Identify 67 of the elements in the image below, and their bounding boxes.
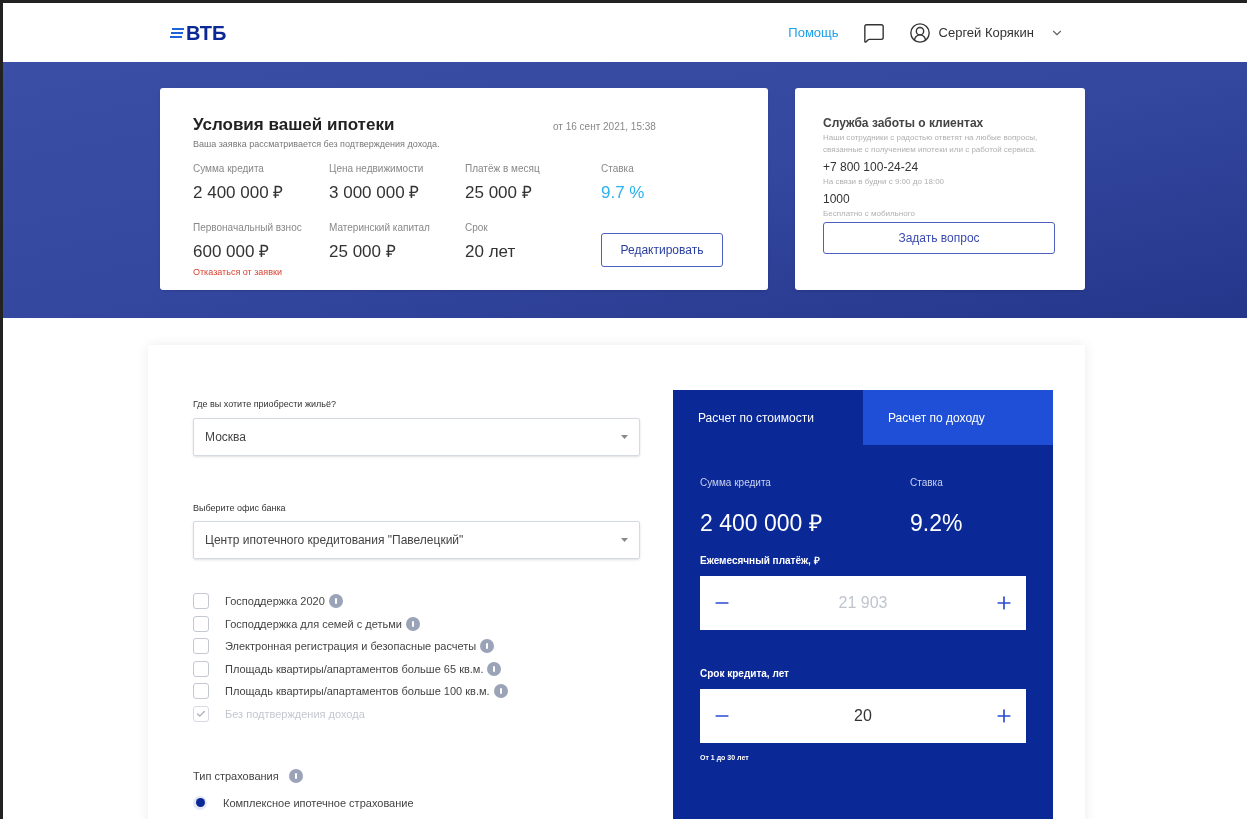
option-label: Господдержка 2020 [225, 594, 325, 609]
card-subtitle: Ваша заявка рассматривается без подтверждения дохода. [193, 137, 441, 151]
insurance-label: Тип страхования [193, 769, 279, 784]
user-avatar-icon [908, 21, 931, 44]
field-value: 9.7 % [601, 182, 646, 204]
info-icon[interactable] [328, 594, 343, 609]
card-date: от 16 сент 2021, 15:38 [553, 120, 656, 134]
logo-stripes-icon [170, 27, 184, 38]
phone-note: Бесплатно с мобильного [823, 208, 916, 220]
option-label: Электронная регистрация и безопасные расчеты [225, 639, 477, 654]
field-label: Сумма кредита [193, 162, 265, 176]
summary-label: Ставка [910, 476, 944, 490]
select-label: Где вы хотите приобрести жильё? [193, 398, 337, 411]
stepper-label: Ежемесячный платёж, ₽ [700, 553, 821, 568]
field-label: Срок [465, 220, 489, 235]
field-value: 25 000 ₽ [465, 182, 533, 204]
info-icon[interactable] [405, 616, 420, 631]
dropdown-arrow-icon [621, 538, 628, 542]
stepper-input[interactable]: 20 [803, 703, 923, 728]
radio-label: Комплексное ипотечное страхование [223, 795, 414, 811]
ask-question-button[interactable]: Задать вопрос [823, 222, 1055, 254]
info-icon[interactable] [480, 639, 495, 654]
field-value: 3 000 000 ₽ [329, 182, 421, 204]
checkbox[interactable] [193, 638, 209, 655]
phone-note: На связи в будни с 9:00 до 18:00 [823, 176, 946, 188]
info-icon[interactable] [487, 661, 502, 676]
checkbox[interactable] [193, 593, 209, 610]
cancel-application-link[interactable]: Отказаться от заявки [193, 266, 329, 280]
support-title: Служба заботы о клиентах [823, 115, 985, 132]
chat-icon[interactable] [862, 21, 885, 44]
dropdown-field[interactable]: Центр ипотечного кредитования "Павелецкий" [193, 521, 640, 559]
checkbox[interactable] [193, 615, 209, 632]
checkbox[interactable] [193, 660, 209, 677]
card-title: Условия вашей ипотеки [193, 114, 396, 136]
summary-label: Сумма кредита [700, 476, 772, 490]
logo[interactable]: ВТБ [186, 22, 227, 43]
field-label: Первоначальный взнос [193, 220, 303, 235]
option-label: Господдержка для семей с детьми [225, 616, 402, 632]
summary-value: 9.2% [910, 509, 964, 538]
edit-button[interactable]: Редактировать [601, 232, 723, 267]
field-label: Цена недвижимости [329, 162, 425, 176]
support-description: Наши сотрудники с радостью ответят на любые вопросы, связанные с получением ипотеки или с работой сервиса. [823, 132, 1039, 156]
dropdown-arrow-icon [621, 434, 628, 439]
calculator-tab[interactable]: Расчет по доходу [863, 390, 1053, 445]
checkbox[interactable] [193, 683, 209, 700]
dropdown-field[interactable]: Москва [193, 417, 640, 456]
field-value: 25 000 ₽ [329, 240, 397, 263]
info-icon[interactable] [493, 684, 508, 699]
info-icon[interactable] [288, 769, 303, 784]
stepper-label: Срок кредита, лет [700, 666, 790, 681]
field-value: 2 400 000 ₽ [193, 182, 285, 204]
user-name[interactable]: Сергей Корякин [938, 22, 1034, 43]
field-value: 600 000 ₽ [193, 240, 271, 263]
field-value: 20 лет [465, 240, 517, 263]
checkmark-icon [196, 708, 206, 719]
field-label: Материнский капитал [329, 220, 431, 235]
field-label: Ставка [601, 162, 635, 176]
summary-value: 2 400 000 ₽ [700, 509, 823, 538]
stepper-input[interactable]: 21 903 [803, 590, 923, 615]
radio-button[interactable] [193, 795, 207, 810]
option-label: Без подтверждения дохода [225, 706, 365, 722]
phone-number: 1000 [823, 191, 851, 208]
option-label: Площадь квартиры/апартаментов больше 100 кв.м. [225, 684, 490, 699]
phone-number: +7 800 100-24-24 [823, 159, 920, 176]
field-label: Платёж в месяц [465, 162, 541, 176]
option-label: Площадь квартиры/апартаментов больше 65 кв.м. [225, 661, 484, 677]
select-label: Выберите офис банка [193, 501, 287, 515]
